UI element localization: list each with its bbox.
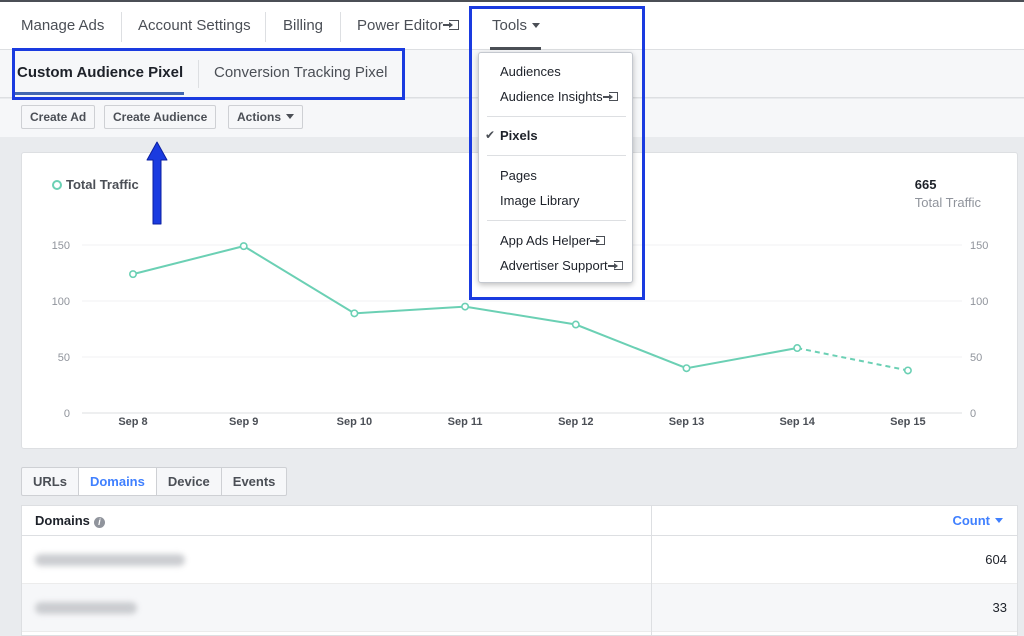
nav-billing-label: Billing xyxy=(283,17,324,34)
table-row[interactable]: 33 xyxy=(22,584,1017,632)
tab-events[interactable]: Events xyxy=(222,468,287,495)
y-tick-label-left: 50 xyxy=(58,352,70,364)
column-header-count-label: Count xyxy=(952,513,990,528)
total-label: Total Traffic xyxy=(914,195,981,210)
table-header: Domains i Count xyxy=(22,506,1017,536)
nav-manage-ads[interactable]: Manage Ads xyxy=(21,2,104,50)
chevron-down-icon xyxy=(286,114,295,119)
annotation-arrow xyxy=(146,141,168,225)
tab-domains-label: Domains xyxy=(89,474,145,489)
y-tick-label-left: 0 xyxy=(64,408,70,420)
x-tick-label: Sep 12 xyxy=(558,416,593,428)
annotation-box-tools-menu xyxy=(469,6,645,300)
create-ad-button[interactable]: Create Ad xyxy=(21,105,96,129)
external-link-icon xyxy=(442,20,459,30)
domains-table: Domains i Count 604 33 xyxy=(21,505,1018,636)
data-point xyxy=(239,242,248,251)
data-point xyxy=(682,364,691,373)
data-point xyxy=(571,320,580,329)
x-tick-label: Sep 8 xyxy=(118,416,147,428)
data-point xyxy=(129,270,138,279)
column-divider xyxy=(651,506,652,636)
create-ad-label: Create Ad xyxy=(30,110,87,124)
column-header-count[interactable]: Count xyxy=(952,506,1003,536)
redacted-domain xyxy=(35,602,137,614)
redacted-domain xyxy=(35,554,185,566)
x-tick-label: Sep 10 xyxy=(337,416,372,428)
data-point xyxy=(903,366,912,375)
x-tick-label: Sep 14 xyxy=(779,416,815,428)
column-header-domains-label: Domains xyxy=(35,513,90,528)
total-summary: 665 Total Traffic xyxy=(915,177,981,210)
nav-power-editor[interactable]: Power Editor xyxy=(357,2,459,50)
series-line-projected xyxy=(797,347,909,372)
nav-billing[interactable]: Billing xyxy=(283,2,323,50)
data-point xyxy=(350,309,359,318)
nav-divider xyxy=(340,12,341,42)
x-tick-label: Sep 13 xyxy=(669,416,704,428)
tab-events-label: Events xyxy=(232,474,276,489)
y-tick-label-right: 100 xyxy=(970,296,988,308)
y-tick-label-right: 150 xyxy=(970,240,988,252)
data-point xyxy=(793,344,802,353)
chart-legend[interactable]: Total Traffic xyxy=(52,177,139,192)
actions-dropdown-button[interactable]: Actions xyxy=(228,105,304,129)
sort-descending-icon xyxy=(995,518,1003,523)
tab-device[interactable]: Device xyxy=(157,468,222,495)
annotation-box-pixel-tabs xyxy=(12,48,405,100)
nav-account-settings[interactable]: Account Settings xyxy=(138,2,251,50)
create-audience-label: Create Audience xyxy=(113,110,208,124)
breakdown-tabs: URLs Domains Device Events xyxy=(21,467,288,496)
tab-device-label: Device xyxy=(167,474,210,489)
x-tick-label: Sep 15 xyxy=(890,416,925,428)
nav-account-settings-label: Account Settings xyxy=(138,17,251,34)
table-row[interactable]: 604 xyxy=(22,536,1017,584)
actions-label: Actions xyxy=(237,110,282,124)
nav-divider xyxy=(265,12,266,42)
y-tick-label-left: 150 xyxy=(52,240,70,252)
tab-urls[interactable]: URLs xyxy=(22,468,79,495)
legend-label: Total Traffic xyxy=(66,177,139,192)
tab-urls-label: URLs xyxy=(33,474,67,489)
info-icon[interactable]: i xyxy=(93,517,105,528)
tab-domains[interactable]: Domains xyxy=(78,468,157,495)
x-tick-label: Sep 9 xyxy=(229,416,258,428)
nav-manage-ads-label: Manage Ads xyxy=(21,17,105,34)
count-cell: 604 xyxy=(985,552,1007,567)
x-tick-label: Sep 11 xyxy=(448,416,483,428)
y-tick-label-right: 0 xyxy=(970,408,976,420)
legend-circle-icon xyxy=(52,180,62,190)
create-audience-button[interactable]: Create Audience xyxy=(104,105,217,129)
data-point xyxy=(461,302,470,311)
nav-divider xyxy=(121,12,122,42)
count-cell: 33 xyxy=(992,600,1007,615)
y-tick-label-right: 50 xyxy=(970,352,982,364)
nav-power-editor-label: Power Editor xyxy=(357,17,443,34)
total-value: 665 xyxy=(914,177,937,192)
column-header-domains: Domains i xyxy=(35,506,105,536)
y-tick-label-left: 100 xyxy=(52,296,70,308)
